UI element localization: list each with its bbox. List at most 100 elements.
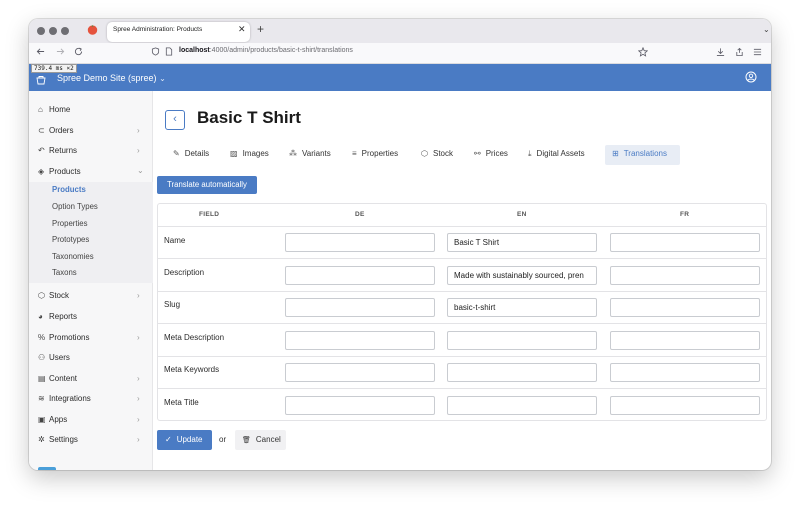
terminal-icon: ▣ (38, 415, 46, 424)
variants-icon: ⁂ (289, 149, 297, 158)
name-fr-input[interactable] (610, 233, 760, 252)
url-host: localhost (179, 47, 210, 54)
sidebar-subitem-taxonomies[interactable]: Taxonomies (52, 252, 94, 261)
store-icon (36, 76, 46, 85)
sidebar-item-label: Apps (49, 415, 68, 424)
sidebar-subitem-properties[interactable]: Properties (52, 219, 88, 228)
cancel-button[interactable]: 🗑 Cancel (235, 430, 286, 450)
tab-translations[interactable]: ⊞ Translations (612, 149, 667, 158)
browser-toolbar (29, 43, 771, 64)
meta-keywords-fr-input[interactable] (610, 363, 760, 382)
slug-en-input[interactable] (447, 298, 597, 317)
back-arrow-icon[interactable] (36, 47, 45, 56)
tab-label: Images (242, 149, 269, 158)
name-en-input[interactable] (447, 233, 597, 252)
pie-chart-icon: ◕ (38, 312, 43, 321)
chevron-right-icon: › (137, 333, 140, 342)
sidebar-item-promotions[interactable]: % Promotions (38, 333, 89, 342)
user-account-icon[interactable] (745, 71, 757, 83)
chevron-right-icon: › (137, 415, 140, 424)
row-label-meta-title: Meta Title (164, 398, 199, 407)
slug-de-input[interactable] (285, 298, 435, 317)
description-en-input[interactable] (447, 266, 597, 285)
tab-variants[interactable]: ⁂ Variants (289, 149, 331, 158)
window-close-dot[interactable] (37, 27, 45, 35)
meta-keywords-de-input[interactable] (285, 363, 435, 382)
row-divider (157, 291, 767, 292)
sidebar-item-stock[interactable]: ⬡ Stock (38, 291, 69, 300)
tab-images[interactable]: ▨ Images (230, 149, 269, 158)
sidebar-submenu-bg (29, 182, 153, 283)
percent-icon: % (38, 333, 46, 342)
meta-keywords-en-input[interactable] (447, 363, 597, 382)
description-fr-input[interactable] (610, 266, 760, 285)
forward-arrow-icon[interactable] (56, 47, 65, 56)
launcher-tab[interactable] (38, 467, 56, 470)
url-bar[interactable]: localhost:4000/admin/products/basic-t-sh… (179, 47, 353, 54)
update-button[interactable]: ✓ Update (157, 430, 212, 450)
bookmark-star-icon[interactable] (638, 47, 648, 57)
chevron-down-icon: ⌄ (137, 166, 144, 175)
menu-hamburger-icon[interactable] (753, 48, 762, 56)
returns-icon: ↶ (38, 146, 45, 155)
row-divider (157, 356, 767, 357)
chevron-right-icon: › (137, 126, 140, 135)
screenshot-stage: Spree Administration: Products ✕ + ⌄ loc… (0, 0, 800, 509)
share-icon[interactable] (735, 47, 744, 57)
meta-description-fr-input[interactable] (610, 331, 760, 350)
meta-description-en-input[interactable] (447, 331, 597, 350)
tab-close-icon[interactable]: ✕ (238, 24, 246, 35)
update-button-label: Update (176, 435, 203, 444)
sidebar-subitem-option-types[interactable]: Option Types (52, 202, 98, 211)
slug-fr-input[interactable] (610, 298, 760, 317)
tag-icon: ◈ (38, 167, 45, 176)
description-de-input[interactable] (285, 266, 435, 285)
shield-icon[interactable] (151, 47, 160, 56)
tab-details[interactable]: ✎ Details (173, 149, 209, 158)
sidebar-item-settings[interactable]: ✲ Settings (38, 435, 78, 444)
sidebar-subitem-taxons[interactable]: Taxons (52, 268, 77, 277)
sidebar-item-products[interactable]: ◈ Products (38, 167, 81, 176)
downloads-icon[interactable] (716, 47, 725, 57)
sidebar-item-integrations[interactable]: ≋ Integrations (38, 394, 91, 403)
sidebar-item-apps[interactable]: ▣ Apps (38, 415, 67, 424)
window-zoom-dot[interactable] (61, 27, 69, 35)
tab-list-chevron-icon[interactable]: ⌄ (763, 25, 770, 34)
meta-title-en-input[interactable] (447, 396, 597, 415)
tab-properties[interactable]: ≡ Properties (352, 149, 398, 158)
box-icon: ⬡ (421, 149, 428, 158)
orders-icon: ⊂ (38, 126, 45, 135)
meta-title-fr-input[interactable] (610, 396, 760, 415)
sidebar-subitem-products[interactable]: Products (52, 185, 86, 194)
reload-icon[interactable] (74, 47, 83, 56)
chevron-right-icon: › (137, 374, 140, 383)
sidebar-item-label: Content (49, 374, 78, 383)
meta-title-de-input[interactable] (285, 396, 435, 415)
sidebar-subitem-prototypes[interactable]: Prototypes (52, 235, 89, 244)
gear-icon: ✲ (38, 435, 45, 444)
store-switcher[interactable]: Spree Demo Site (spree) ⌄ (57, 73, 166, 83)
row-label-meta-description: Meta Description (164, 333, 225, 342)
content-icon: ▤ (38, 374, 46, 383)
tab-label: Prices (485, 149, 508, 158)
tab-prices[interactable]: ⚯ Prices (474, 149, 508, 158)
back-button[interactable]: ‹ (165, 110, 185, 130)
chevron-down-icon: ⌄ (159, 74, 166, 83)
sidebar-item-home[interactable]: ⌂ Home (38, 105, 70, 114)
sidebar-item-content[interactable]: ▤ Content (38, 374, 77, 383)
tab-stock[interactable]: ⬡ Stock (421, 149, 453, 158)
sidebar-item-users[interactable]: ⚇ Users (38, 353, 70, 362)
sidebar-item-orders[interactable]: ⊂ Orders (38, 126, 73, 135)
box-icon: ⬡ (38, 291, 45, 300)
sidebar-item-returns[interactable]: ↶ Returns (38, 146, 77, 155)
translate-automatically-button[interactable]: Translate automatically (157, 176, 257, 194)
name-de-input[interactable] (285, 233, 435, 252)
page-icon[interactable] (165, 47, 173, 56)
favicon-icon (87, 25, 98, 35)
sidebar-item-label: Reports (49, 312, 78, 321)
meta-description-de-input[interactable] (285, 331, 435, 350)
sidebar-item-reports[interactable]: ◕ Reports (38, 312, 77, 321)
window-minimize-dot[interactable] (49, 27, 57, 35)
tab-digital-assets[interactable]: ⤓ Digital Assets (528, 149, 585, 159)
new-tab-icon[interactable]: + (257, 22, 264, 36)
